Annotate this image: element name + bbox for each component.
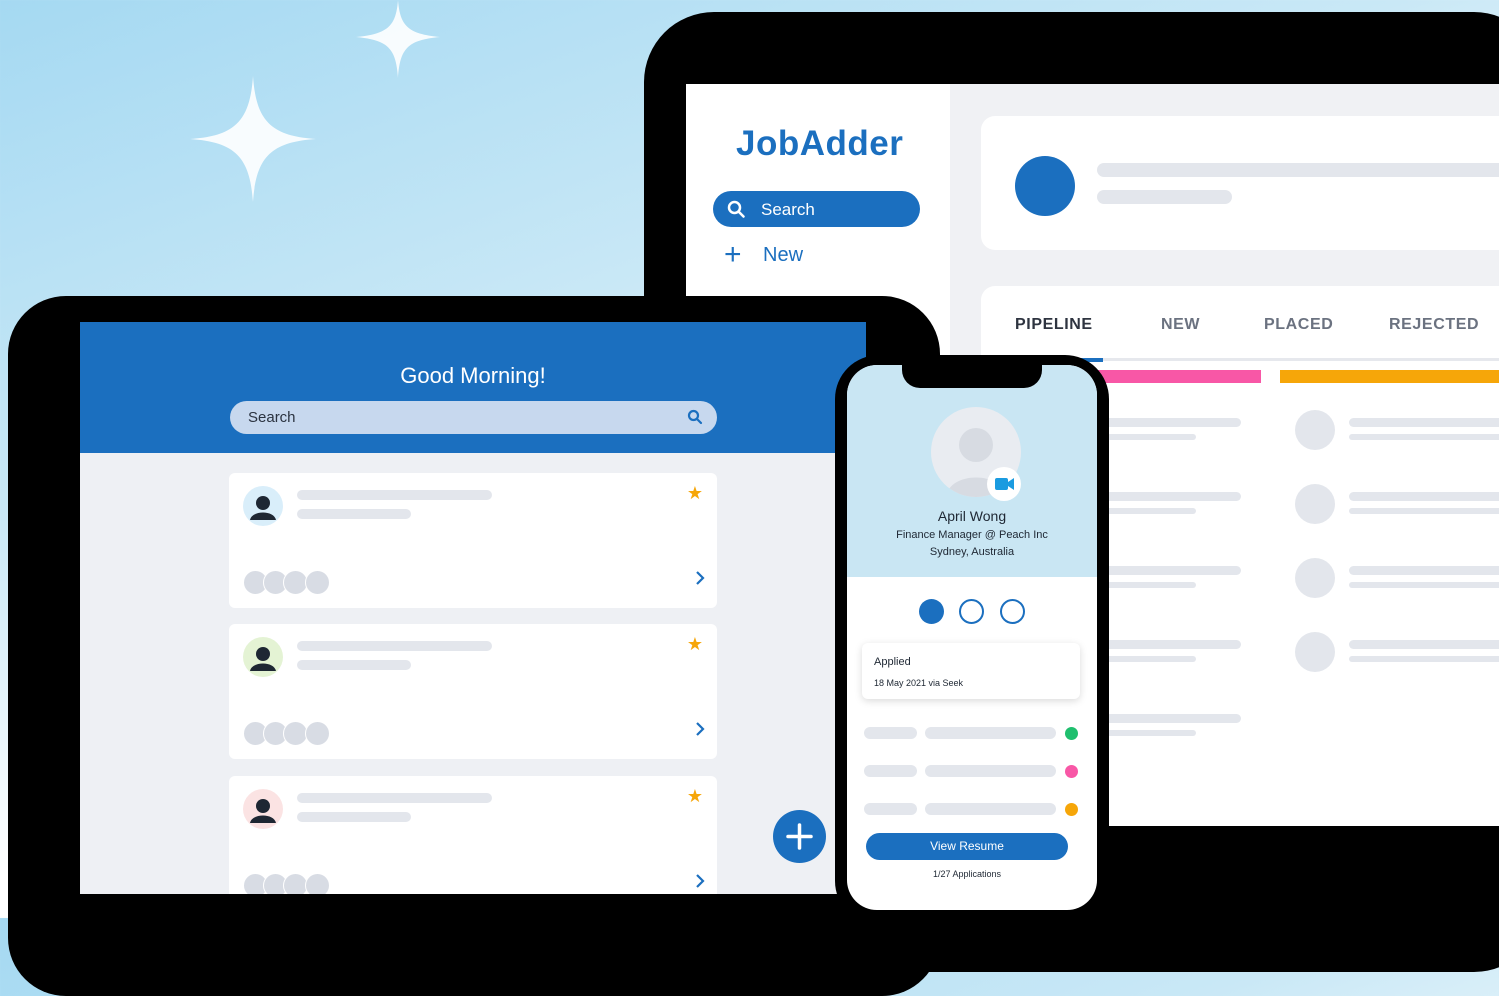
placeholder-line [925,727,1056,739]
placeholder-line [1349,656,1499,662]
status-dot-yellow [1065,803,1078,816]
placeholder-line [1349,508,1499,514]
person-icon [250,496,276,520]
sidebar-new-label: New [763,244,804,266]
pipeline-column-bar-yellow [1280,370,1499,383]
placeholder-line [297,660,411,670]
placeholder-line [1349,418,1499,427]
tab-placed[interactable]: PLACED [1264,316,1333,334]
search-placeholder: Search [248,409,296,426]
placeholder-line [925,765,1056,777]
placeholder-line [1349,566,1499,575]
placeholder-line [925,803,1056,815]
placeholder-line [1097,163,1499,177]
person-icon [250,799,276,823]
placeholder-line [1086,566,1241,575]
placeholder-line [1086,640,1241,649]
status-dot-pink [1065,765,1078,778]
search-icon [687,409,703,425]
star-icon[interactable]: ★ [687,483,703,504]
avatar [1295,484,1335,524]
video-call-button[interactable] [987,467,1021,501]
placeholder-line [864,803,917,815]
pipeline-column-bar-pink [1081,370,1261,383]
tablet-header: Good Morning! Search [80,322,866,453]
application-status-card: Applied 18 May 2021 via Seek [862,643,1080,699]
greeting-title: Good Morning! [400,363,546,388]
placeholder-line [297,793,492,803]
placeholder-line [1349,582,1499,588]
sparkle-small-icon [356,0,440,78]
avatar [243,637,283,677]
chevron-right-icon[interactable] [695,873,705,889]
candidate-role: Finance Manager @ Peach Inc [896,529,1048,541]
avatar [1295,410,1335,450]
star-icon[interactable]: ★ [687,786,703,807]
avatar [1015,156,1075,216]
pipeline-card[interactable] [1281,544,1499,610]
add-button[interactable] [773,810,826,863]
candidate-name: April Wong [937,508,1007,524]
video-camera-icon [995,478,1014,490]
placeholder-line [1086,418,1241,427]
jobadder-logo: JobAdder [736,124,904,163]
placeholder-line [864,765,917,777]
step-indicator[interactable] [1000,599,1025,624]
avatar [243,789,283,829]
tag-dots [243,721,333,746]
pipeline-card[interactable] [1281,470,1499,536]
applied-title: Applied [874,656,911,668]
avatar [1295,558,1335,598]
sidebar-search-label: Search [761,200,815,219]
tab-rejected[interactable]: REJECTED [1389,316,1479,334]
profile-header: April Wong Finance Manager @ Peach Inc S… [847,365,1097,577]
step-indicator[interactable] [959,599,984,624]
sparkle-large-icon [190,76,316,202]
tablet-screen: Good Morning! Search ★ ★ ★ [80,322,866,894]
star-icon[interactable]: ★ [687,634,703,655]
tab-pipeline[interactable]: PIPELINE [1015,316,1093,334]
applied-detail: 18 May 2021 via Seek [874,678,964,688]
placeholder-line [297,490,492,500]
profile-header-card [981,116,1499,250]
candidate-card[interactable]: ★ [229,624,717,759]
placeholder-line [864,727,917,739]
plus-icon: + [724,238,742,271]
step-indicator-active[interactable] [919,599,944,624]
person-icon [250,647,276,671]
search-icon [727,200,745,218]
avatar [1295,632,1335,672]
placeholder-line [1349,434,1499,440]
search-input[interactable]: Search [230,401,717,434]
phone-screen: April Wong Finance Manager @ Peach Inc S… [847,365,1097,910]
candidate-card[interactable]: ★ [229,473,717,608]
avatar [243,486,283,526]
candidate-location: Sydney, Australia [929,546,1015,558]
placeholder-line [1086,714,1241,723]
view-resume-button[interactable]: View Resume [866,833,1068,860]
pipeline-card[interactable] [1281,618,1499,684]
placeholder-line [1349,492,1499,501]
tag-dots [243,570,333,595]
tab-new[interactable]: NEW [1161,316,1200,334]
chevron-right-icon[interactable] [695,721,705,737]
plus-icon [786,823,813,850]
phone-notch [902,360,1042,388]
placeholder-line [1097,190,1232,204]
applications-count: 1/27 Applications [932,869,1002,879]
placeholder-line [297,509,411,519]
placeholder-line [1349,640,1499,649]
candidate-card[interactable]: ★ [229,776,717,894]
placeholder-line [297,812,411,822]
placeholder-line [1086,492,1241,501]
tag-dots [243,873,333,894]
placeholder-line [297,641,492,651]
pipeline-card[interactable] [1281,396,1499,462]
chevron-right-icon[interactable] [695,570,705,586]
sidebar-search-button[interactable]: Search [713,191,920,227]
status-dot-green [1065,727,1078,740]
